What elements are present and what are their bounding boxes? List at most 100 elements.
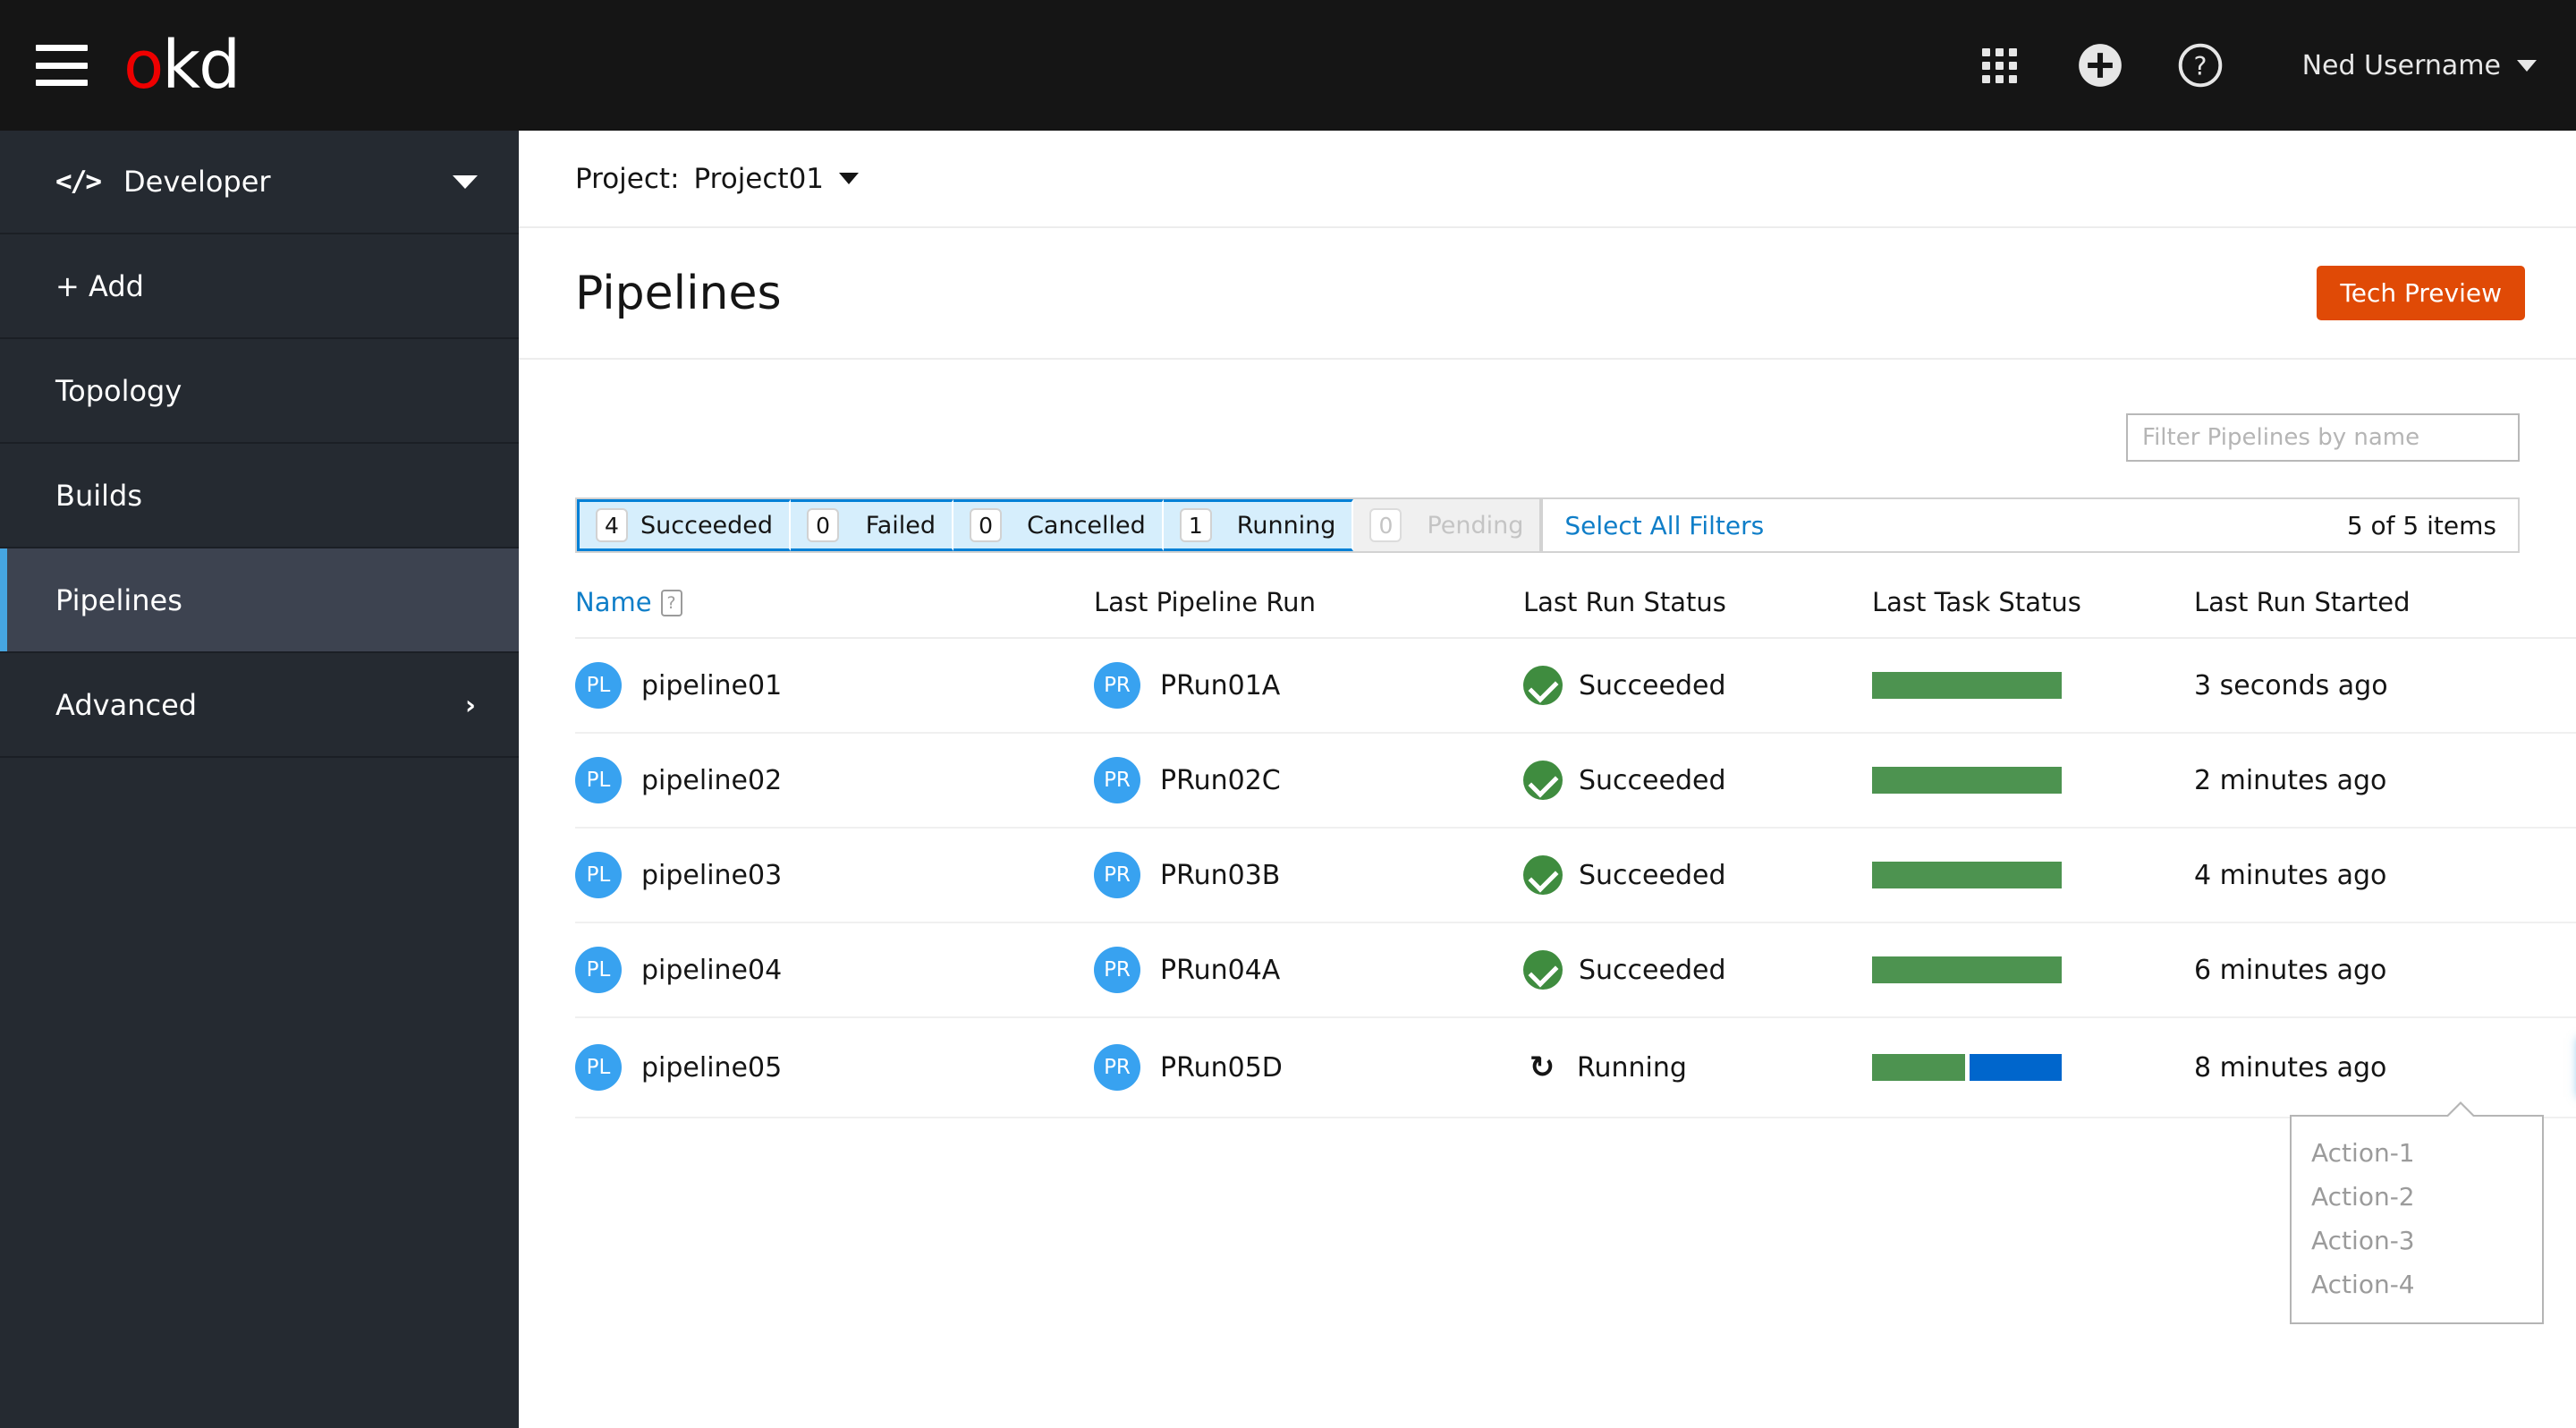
column-header-name[interactable]: Name? xyxy=(575,587,1094,639)
pipeline-name-link[interactable]: pipeline02 xyxy=(641,765,782,796)
status-filter-label: Succeeded xyxy=(640,511,774,540)
pipeline-badge-icon: PL xyxy=(575,947,622,993)
pipelinerun-badge-icon: PR xyxy=(1094,947,1140,993)
column-header-name-label[interactable]: Name xyxy=(575,587,652,617)
pipeline-name-link[interactable]: pipeline04 xyxy=(641,955,782,986)
logo-letter-o: o xyxy=(123,27,164,104)
sidebar-item-builds[interactable]: Builds xyxy=(0,444,519,548)
status-filter-succeeded[interactable]: 4 Succeeded xyxy=(577,499,792,551)
username-label: Ned Username xyxy=(2301,49,2501,81)
column-header-last-run-status: Last Run Status xyxy=(1523,587,1872,639)
sidebar-item-label: Advanced xyxy=(55,687,198,722)
masthead-actions: ? Ned Username xyxy=(1950,15,2537,115)
filter-input-row xyxy=(575,360,2520,462)
pipelinerun-badge-icon: PR xyxy=(1094,1044,1140,1091)
sidebar-item-pipelines[interactable]: Pipelines xyxy=(0,548,519,653)
task-status-bar xyxy=(1872,1054,2062,1081)
cell-task-status xyxy=(1872,922,2194,1018)
cell-task-status xyxy=(1872,733,2194,829)
cell-actions xyxy=(2525,828,2576,923)
chevron-down-icon xyxy=(2517,59,2537,72)
cell-pipeline-name: PL pipeline03 xyxy=(575,828,1094,923)
toolbar-area: 4 Succeeded 0 Failed 0 Cancelled 1 Runni… xyxy=(519,360,2576,1118)
check-circle-icon xyxy=(1523,666,1563,705)
run-status-label: Running xyxy=(1577,1051,1687,1084)
pipelinerun-link[interactable]: PRun01A xyxy=(1160,670,1280,701)
pipelinerun-link[interactable]: PRun03B xyxy=(1160,860,1280,891)
tech-preview-badge[interactable]: Tech Preview xyxy=(2317,266,2525,320)
pipelinerun-link[interactable]: PRun04A xyxy=(1160,955,1280,986)
dropdown-item-action-3[interactable]: Action-3 xyxy=(2292,1219,2542,1262)
pipelinerun-badge-icon: PR xyxy=(1094,852,1140,898)
filter-pipelines-input[interactable] xyxy=(2126,413,2520,462)
pipeline-name-link[interactable]: pipeline01 xyxy=(641,670,782,701)
chevron-down-icon[interactable] xyxy=(839,173,860,184)
pipeline-badge-icon: PL xyxy=(575,852,622,898)
hamburger-menu-icon[interactable] xyxy=(36,45,88,86)
task-status-bar xyxy=(1872,672,2062,699)
table-body: PL pipeline01 PR PRun01A Succeeded 3 sec… xyxy=(575,638,2576,1118)
task-segment-succeeded xyxy=(1872,767,2062,794)
pipelinerun-link[interactable]: PRun05D xyxy=(1160,1052,1283,1084)
dropdown-item-action-2[interactable]: Action-2 xyxy=(2292,1175,2542,1219)
task-status-bar xyxy=(1872,862,2062,888)
pipeline-name-link[interactable]: pipeline05 xyxy=(641,1052,782,1084)
status-filter-running[interactable]: 1 Running xyxy=(1163,499,1354,551)
status-filter-cancelled[interactable]: 0 Cancelled xyxy=(953,499,1164,551)
sidebar-item-topology[interactable]: Topology xyxy=(0,339,519,444)
pipeline-name-link[interactable]: pipeline03 xyxy=(641,860,782,891)
project-label: Project: xyxy=(575,162,680,195)
table-row: PL pipeline02 PR PRun02C Succeeded 2 min… xyxy=(575,733,2576,829)
apps-grid-icon[interactable] xyxy=(1950,15,2050,115)
pipelines-table: Name? Last Pipeline Run Last Run Status … xyxy=(575,587,2576,1118)
masthead: o kd ? Ned Username xyxy=(0,0,2576,131)
task-segment-running xyxy=(1969,1054,2062,1081)
column-header-last-task-status: Last Task Status xyxy=(1872,587,2194,639)
table-row: PL pipeline05 PR PRun05D ↻ Running 8 min… xyxy=(575,1017,2576,1118)
task-status-bar xyxy=(1872,767,2062,794)
table-row: PL pipeline04 PR PRun04A Succeeded 6 min… xyxy=(575,922,2576,1018)
check-circle-icon xyxy=(1523,950,1563,990)
help-icon[interactable]: ? xyxy=(660,590,682,616)
task-segment-succeeded xyxy=(1872,1054,1965,1081)
check-circle-icon xyxy=(1523,761,1563,800)
cell-pipeline-name: PL pipeline05 xyxy=(575,1017,1094,1118)
cell-actions xyxy=(2525,733,2576,829)
pipelinerun-badge-icon: PR xyxy=(1094,757,1140,803)
check-circle-icon xyxy=(1523,855,1563,895)
project-name[interactable]: Project01 xyxy=(694,163,825,195)
status-filter-count: 0 xyxy=(970,508,1003,542)
chevron-right-icon: › xyxy=(465,689,476,720)
row-actions-dropdown-menu: Action-1 Action-2 Action-3 Action-4 xyxy=(2290,1101,2544,1324)
sidebar-item-add[interactable]: + Add xyxy=(0,234,519,339)
cell-pipeline-name: PL pipeline04 xyxy=(575,922,1094,1018)
select-all-filters-link[interactable]: Select All Filters xyxy=(1541,499,1786,551)
page-header: Pipelines Tech Preview xyxy=(519,228,2576,360)
code-icon: </> xyxy=(55,166,102,198)
pipeline-badge-icon: PL xyxy=(575,1044,622,1091)
cell-task-status xyxy=(1872,828,2194,923)
status-filter-pending: 0 Pending xyxy=(1353,499,1542,551)
perspective-switcher-developer[interactable]: </> Developer xyxy=(0,131,519,234)
cell-pipeline-run: PR PRun04A xyxy=(1094,922,1523,1018)
status-filter-count: 0 xyxy=(1369,508,1402,542)
perspective-label: Developer xyxy=(123,165,271,199)
plus-circle-icon[interactable] xyxy=(2050,15,2150,115)
sidebar-item-label: Topology xyxy=(55,373,182,408)
cell-run-started: 2 minutes ago xyxy=(2194,733,2525,829)
question-circle-icon[interactable]: ? xyxy=(2150,15,2250,115)
status-filter-label: Cancelled xyxy=(1027,511,1146,540)
hamburger-bar xyxy=(36,62,88,69)
user-menu[interactable]: Ned Username xyxy=(2302,50,2537,81)
status-filter-count: 1 xyxy=(1179,508,1212,542)
task-status-bar xyxy=(1872,956,2062,983)
status-filter-failed[interactable]: 0 Failed xyxy=(791,499,954,551)
cell-pipeline-run: PR PRun03B xyxy=(1094,828,1523,923)
main-content: Project: Project01 Pipelines Tech Previe… xyxy=(519,131,2576,1428)
dropdown-item-action-1[interactable]: Action-1 xyxy=(2292,1131,2542,1175)
dropdown-item-action-4[interactable]: Action-4 xyxy=(2292,1262,2542,1306)
pipelinerun-link[interactable]: PRun02C xyxy=(1160,765,1281,796)
okd-logo[interactable]: o kd xyxy=(123,27,241,104)
sidebar-item-label: Pipelines xyxy=(55,582,182,617)
sidebar-item-advanced[interactable]: Advanced › xyxy=(0,653,519,758)
